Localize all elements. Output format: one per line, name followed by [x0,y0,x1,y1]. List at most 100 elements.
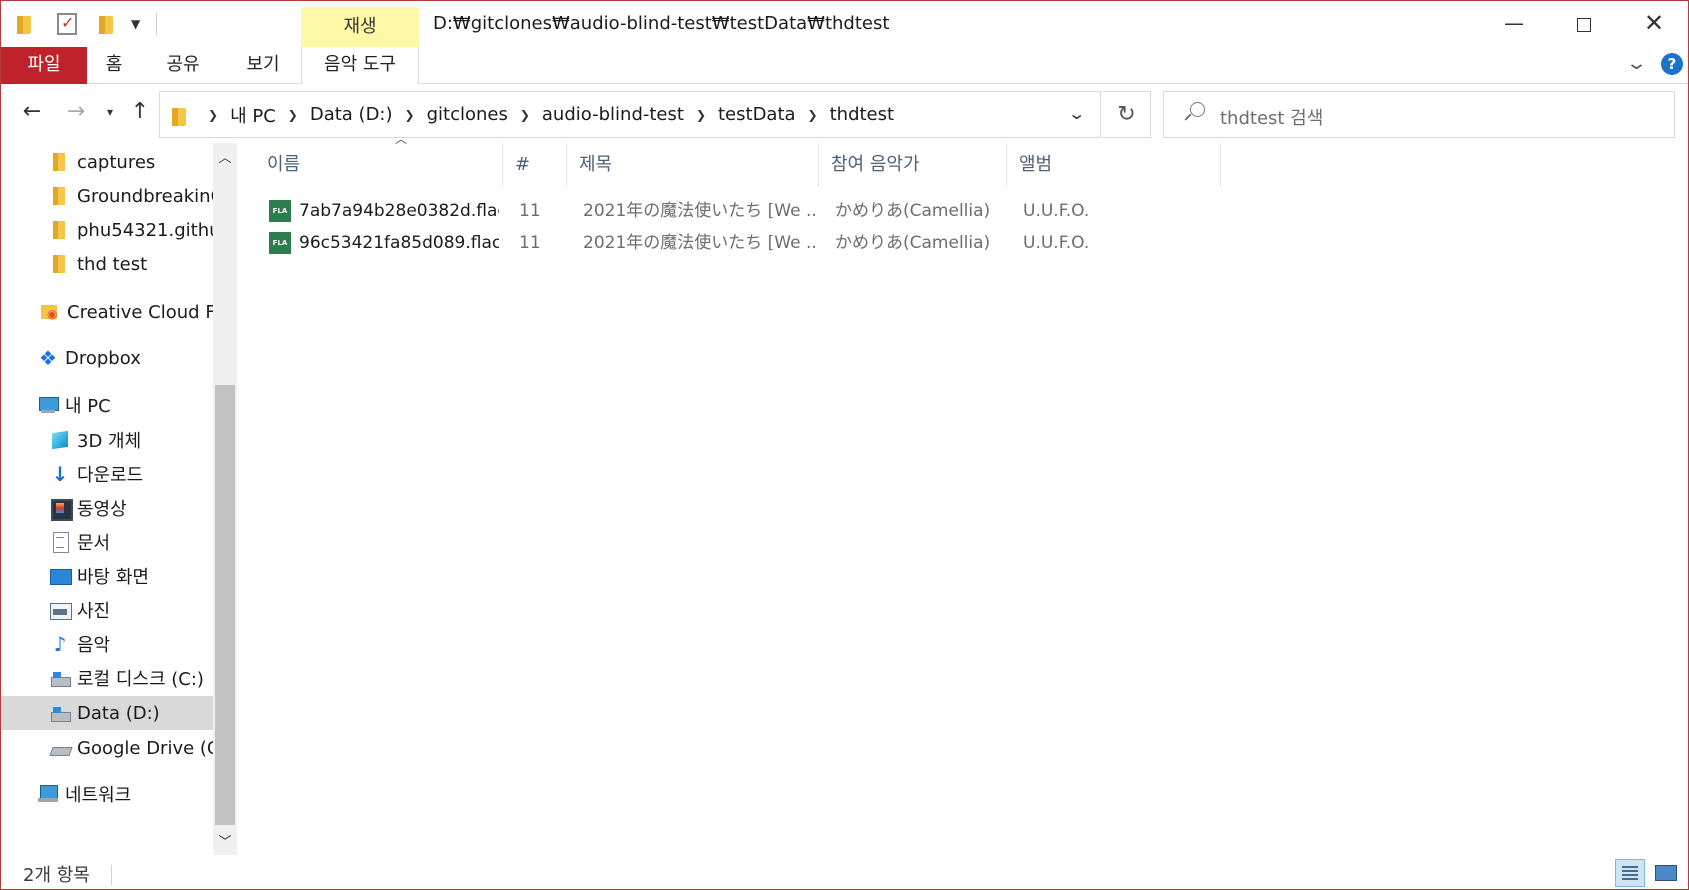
breadcrumb: ❯ 내 PC ❯ Data (D:) ❯ gitclones ❯ audio-b… [196,92,894,137]
data-drive-icon [49,702,71,724]
title-bar: ▼ 재생 D:₩gitclones₩audio-blind-test₩testD… [1,1,1688,47]
column-header-name[interactable]: ︿ 이름 [255,132,503,187]
breadcrumb-item[interactable]: thdtest [830,104,894,125]
folder-icon [49,253,71,275]
sidebar-item-music[interactable]: ♪ 음악 [49,627,213,661]
sidebar-item-label: phu54321.github [77,219,213,241]
tab-music-tools[interactable]: 음악 도구 [301,47,419,84]
sidebar-item-thd-test[interactable]: thd test [49,247,213,281]
maximize-icon [1577,17,1591,32]
chevron-right-icon[interactable]: ❯ [288,108,298,122]
back-button[interactable]: ← [17,97,47,127]
sidebar-item-documents[interactable]: 문서 [49,525,213,559]
tab-view[interactable]: 보기 [235,47,291,84]
quick-access-toolbar: ▼ [15,11,158,37]
close-button[interactable]: ✕ [1619,1,1688,47]
sidebar-item-groundbreaking[interactable]: GroundbreakinG [49,179,213,213]
scroll-thumb[interactable] [215,385,235,825]
chevron-right-icon[interactable]: ❯ [520,108,530,122]
table-row[interactable]: FLA 96c53421fa85d089.flac 11 2021年の魔法使いた… [237,227,1347,259]
sidebar-item-network[interactable]: 네트워크 [37,777,213,811]
sidebar-item-videos[interactable]: 동영상 [49,491,213,525]
file-title: 2021年の魔法使いたち [We ... [583,201,817,221]
sidebar-item-label: Creative Cloud Fil [67,301,213,323]
sidebar-item-phu54321[interactable]: phu54321.github [49,213,213,247]
sidebar-item-dropbox[interactable]: ❖ Dropbox [37,341,213,375]
sidebar-item-3d-objects[interactable]: 3D 개체 [49,423,213,457]
details-view-icon[interactable] [1615,859,1645,887]
breadcrumb-item[interactable]: 내 PC [230,102,276,128]
tab-share[interactable]: 공유 [155,47,211,84]
desktop-icon [49,565,72,587]
new-folder-icon[interactable] [97,13,115,35]
column-header-title[interactable]: 제목 [567,143,819,187]
chevron-right-icon[interactable]: ❯ [208,108,218,122]
chevron-right-icon[interactable]: ❯ [696,108,706,122]
search-placeholder: thdtest 검색 [1220,108,1324,129]
sidebar-item-label: 내 PC [65,396,111,417]
tab-file[interactable]: 파일 [1,47,87,84]
refresh-button[interactable]: ↻ [1103,91,1151,138]
breadcrumb-item[interactable]: Data (D:) [310,104,393,125]
breadcrumb-item[interactable]: gitclones [427,104,508,125]
chevron-right-icon[interactable]: ❯ [808,108,818,122]
sidebar-item-this-pc[interactable]: 내 PC [37,388,213,422]
chevron-down-icon[interactable]: ⌄ [1067,104,1086,123]
music-icon: ♪ [53,632,67,656]
column-label: 이름 [267,154,301,175]
sidebar-item-downloads[interactable]: ↓ 다운로드 [49,457,213,491]
sidebar-item-desktop[interactable]: 바탕 화면 [49,559,213,593]
document-icon [49,531,71,553]
pictures-icon [49,599,72,621]
3d-objects-icon [49,429,71,451]
scroll-down-icon[interactable]: ﹀ [213,831,237,851]
scroll-up-icon[interactable]: ︿ [213,147,237,167]
sidebar-item-label: 사진 [77,601,111,622]
sidebar-item-creative-cloud[interactable]: Creative Cloud Fil [39,295,213,329]
maximize-button[interactable] [1549,1,1619,47]
sidebar-item-data-d[interactable]: Data (D:) [1,696,213,730]
folder-icon [49,219,71,241]
column-header-track[interactable]: # [503,143,567,187]
table-row-cells: FLA 7ab7a94b28e0382d.flac 11 2021年の魔法使いた… [237,195,1347,227]
breadcrumb-item[interactable]: audio-blind-test [542,104,684,125]
folder-icon [49,151,71,173]
chevron-right-icon[interactable]: ❯ [405,108,415,122]
expand-ribbon-icon[interactable]: ⌄ [1625,53,1648,74]
explorer-window: ▼ 재생 D:₩gitclones₩audio-blind-test₩testD… [0,0,1689,890]
divider [156,13,158,35]
sidebar-item-pictures[interactable]: 사진 [49,593,213,627]
sidebar-item-label: 네트워크 [65,785,132,806]
customize-toolbar-icon[interactable]: ▼ [131,17,140,31]
forward-button[interactable]: → [61,97,91,127]
help-icon[interactable]: ? [1661,53,1683,75]
column-header-album[interactable]: 앨범 [1007,143,1221,187]
navigation-pane: captures GroundbreakinG phu54321.github … [1,143,237,855]
large-icons-view-icon[interactable] [1651,859,1681,887]
up-button[interactable]: ↑ [125,97,155,127]
search-input[interactable]: thdtest 검색 [1163,91,1675,138]
sidebar-item-label: 동영상 [77,499,127,520]
file-list: ︿ 이름 # 제목 참여 음악가 앨범 FLA 7ab7a94b28e0382d… [237,132,1687,855]
file-album: U.U.F.O. [1023,233,1090,253]
sidebar-item-label: 다운로드 [77,465,144,486]
tab-home[interactable]: 홈 [91,47,137,84]
file-name[interactable]: 7ab7a94b28e0382d.flac [299,195,499,227]
minimize-button[interactable]: — [1479,1,1549,47]
sidebar-item-label: 3D 개체 [77,431,142,452]
column-header-artist[interactable]: 참여 음악가 [819,143,1007,187]
dropbox-icon: ❖ [39,346,57,370]
address-bar[interactable]: ❯ 내 PC ❯ Data (D:) ❯ gitclones ❯ audio-b… [159,91,1101,138]
sidebar-item-local-disk-c[interactable]: 로컬 디스크 (C:) [49,661,213,695]
google-drive-icon [49,737,71,759]
recent-locations-icon[interactable]: ▾ [101,97,119,127]
sidebar-item-google-drive[interactable]: Google Drive (G [49,731,213,765]
sidebar-item-captures[interactable]: captures [49,145,213,179]
breadcrumb-item[interactable]: testData [718,104,796,125]
sidebar-scrollbar[interactable]: ︿ ﹀ [213,143,237,855]
folder-icon [170,105,188,127]
properties-icon[interactable] [57,13,77,35]
file-artist: かめりあ(Camellia) [835,233,991,253]
file-name[interactable]: 96c53421fa85d089.flac [299,227,499,259]
sort-ascending-icon: ︿ [395,132,408,146]
